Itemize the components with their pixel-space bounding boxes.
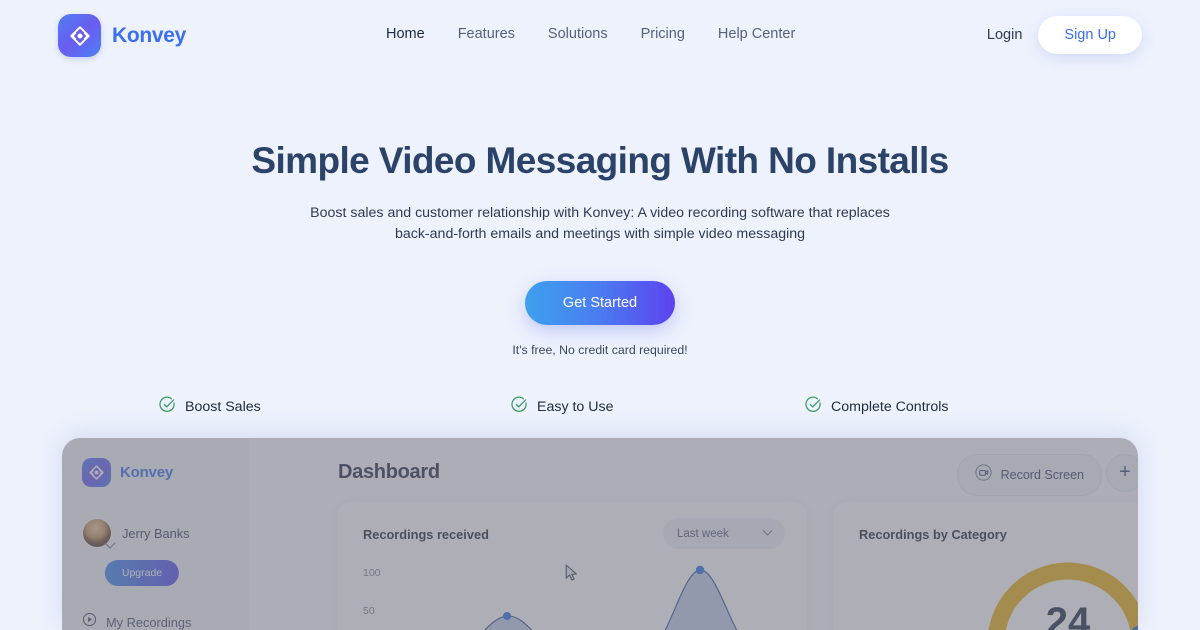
- check-circle-icon: [511, 396, 528, 418]
- nav-item-solutions[interactable]: Solutions: [548, 26, 608, 42]
- feature-label: Boost Sales: [185, 399, 261, 415]
- site-header: Konvey Home Features Solutions Pricing H…: [0, 0, 1200, 72]
- feature-label: Easy to Use: [537, 399, 614, 415]
- card-title: Recordings by Category: [859, 527, 1007, 542]
- record-screen-label: Record Screen: [1000, 468, 1084, 482]
- dashboard-inner: Konvey Jerry Banks Upgrade My Recordings: [62, 438, 1138, 630]
- dashboard-brand-name: Konvey: [120, 464, 173, 481]
- nav-item-features[interactable]: Features: [458, 26, 515, 42]
- get-started-button[interactable]: Get Started: [524, 281, 676, 326]
- feature-label: Complete Controls: [831, 399, 949, 415]
- brand-name: Konvey: [112, 23, 187, 47]
- add-new-button[interactable]: +: [1106, 454, 1138, 492]
- play-circle-icon: [82, 612, 97, 630]
- signup-button[interactable]: Sign Up: [1038, 16, 1142, 54]
- check-circle-icon: [159, 396, 176, 418]
- hero-subtext-line-2: back-and-forth emails and meetings with …: [394, 225, 806, 242]
- dashboard-main: Dashboard Record Screen + Recordings rec…: [249, 438, 1138, 630]
- check-circle-icon: [805, 396, 822, 418]
- landing-page: Konvey Home Features Solutions Pricing H…: [0, 0, 1200, 630]
- nav-item-help-center[interactable]: Help Center: [718, 26, 795, 42]
- cta-note: It's free, No credit card required!: [512, 343, 688, 358]
- dashboard-brand[interactable]: Konvey: [82, 458, 173, 487]
- feature-item-boost-sales: Boost Sales: [159, 396, 453, 418]
- avatar: [82, 518, 112, 548]
- record-screen-button[interactable]: Record Screen: [956, 454, 1102, 496]
- feature-list: Boost Sales Easy to Use Complete Control…: [0, 396, 1200, 418]
- hero-section: Simple Video Messaging With No Installs …: [0, 140, 1200, 357]
- konvey-diamond-logo-icon: [58, 14, 101, 57]
- nav-item-pricing[interactable]: Pricing: [641, 26, 685, 42]
- dashboard-preview: Konvey Jerry Banks Upgrade My Recordings: [62, 438, 1138, 630]
- nav-item-home[interactable]: Home: [386, 26, 425, 42]
- feature-item-complete-controls: Complete Controls: [747, 396, 1041, 418]
- page-title: Dashboard: [338, 461, 440, 483]
- hero-subtext: Boost sales and customer relationship wi…: [0, 203, 1200, 246]
- card-recordings-by-category: Recordings by Category Last week 24: [833, 502, 1138, 630]
- video-record-icon: [975, 464, 992, 486]
- donut-center-value: 24: [1045, 600, 1091, 630]
- user-profile[interactable]: Jerry Banks: [82, 518, 190, 548]
- hero-subtext-line-1: Boost sales and customer relationship wi…: [310, 204, 890, 221]
- card-recordings-received: Recordings received Last week 100 50: [337, 502, 807, 630]
- main-nav: Home Features Solutions Pricing Help Cen…: [386, 26, 795, 42]
- auth-actions: Login Sign Up: [987, 16, 1142, 54]
- cta-group: Get Started It's free, No credit card re…: [0, 281, 1200, 357]
- sidebar-item-label: My Recordings: [106, 614, 192, 630]
- hero-headline: Simple Video Messaging With No Installs: [251, 140, 949, 181]
- dashboard-sidebar: Konvey Jerry Banks Upgrade My Recordings: [62, 438, 249, 630]
- login-link[interactable]: Login: [987, 27, 1022, 43]
- sidebar-item-my-recordings[interactable]: My Recordings: [82, 612, 191, 630]
- upgrade-button[interactable]: Upgrade: [104, 560, 180, 586]
- plus-icon: +: [1119, 461, 1131, 483]
- mouse-cursor-icon: [565, 564, 579, 587]
- feature-item-easy-to-use: Easy to Use: [453, 396, 747, 418]
- konvey-diamond-logo-icon: [82, 458, 111, 487]
- user-name: Jerry Banks: [122, 525, 190, 541]
- brand-logo[interactable]: Konvey: [58, 14, 186, 57]
